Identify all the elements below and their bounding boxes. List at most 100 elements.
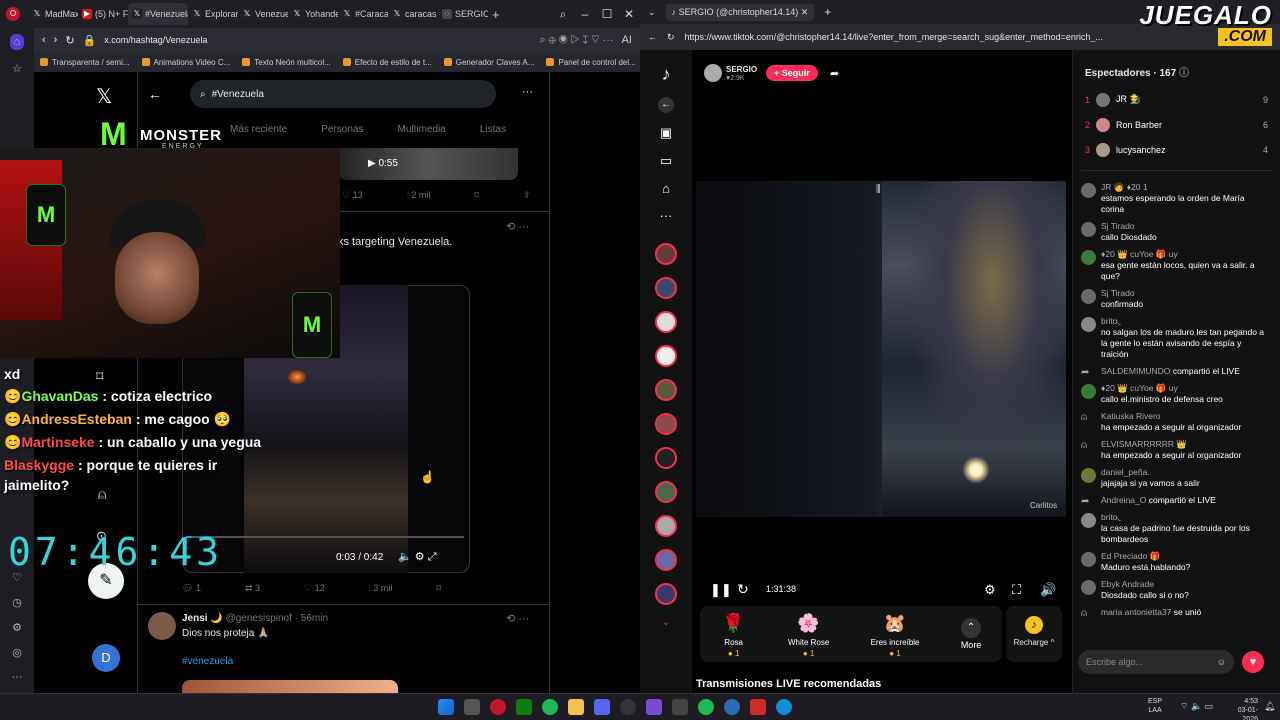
more-icon[interactable]: ··· — [660, 208, 673, 223]
more-icon[interactable]: ··· — [12, 671, 23, 683]
pause-icon[interactable]: ❚❚ — [710, 582, 732, 598]
settings-icon[interactable]: ⚙ — [12, 621, 22, 634]
new-tab-button[interactable]: + — [824, 5, 831, 19]
grok-icon[interactable]: ⟲ ··· — [506, 220, 529, 233]
x-logo-icon[interactable]: 𝕏 — [96, 84, 112, 109]
xbox-icon[interactable] — [516, 699, 532, 715]
opera-icon[interactable] — [490, 699, 506, 715]
tiktok-tab[interactable]: ♪ SERGIO (@christopher14.14) ✕ — [665, 3, 815, 21]
chat-input[interactable]: Escribe algo... ☺ — [1078, 650, 1234, 674]
app-icon[interactable] — [750, 699, 766, 715]
video-progress[interactable] — [186, 536, 464, 538]
more-gifts-button[interactable]: ⌃ More — [961, 618, 981, 650]
chevron-down-icon[interactable]: ⌄ — [662, 617, 670, 628]
tab-5[interactable]: 𝕏Yohander — [288, 3, 338, 25]
maximize-icon[interactable]: ☐ — [596, 7, 618, 21]
history-icon[interactable]: ◷ — [12, 596, 22, 609]
forward-icon[interactable]: › — [54, 34, 58, 46]
bookmark-button[interactable]: ⌑ — [436, 583, 441, 594]
views-button[interactable]: ⫶ 3 mil — [369, 583, 393, 594]
language-indicator[interactable]: ESP LAA — [1148, 697, 1162, 715]
post1-video[interactable] — [338, 148, 518, 180]
task-view-icon[interactable] — [464, 699, 480, 715]
fullscreen-icon[interactable]: ⤢ — [428, 551, 437, 563]
app-icon[interactable] — [646, 699, 662, 715]
search-tabs-icon[interactable]: ⌕ — [552, 7, 574, 22]
new-tab-button[interactable]: + — [488, 3, 504, 25]
refresh-icon[interactable]: ↻ — [737, 581, 749, 598]
share-icon[interactable]: ➦ — [830, 67, 839, 80]
bookmark-button[interactable]: ⌑ — [474, 190, 479, 201]
bookmark-0[interactable]: Transparenta / semi... — [40, 58, 130, 67]
obs-icon[interactable] — [620, 699, 636, 715]
extensions-icon[interactable]: ⌕ ⊕ ◉ ▷ ↧ ♡ ⋯ — [539, 34, 613, 47]
bookmark-4[interactable]: Generador Claves A... — [444, 58, 535, 67]
live-avatar[interactable] — [655, 243, 677, 265]
live-icon[interactable]: ▣ — [660, 125, 672, 141]
app-icon[interactable] — [698, 699, 714, 715]
volume-icon[interactable]: 🔈 — [398, 551, 412, 563]
tab-2[interactable]: 𝕏 #Venezuela — [128, 3, 188, 25]
reply-button[interactable]: 💬︎ 1 — [182, 583, 201, 594]
folder-icon[interactable] — [568, 699, 584, 715]
clock[interactable]: 4:53 03-01-2026 — [1226, 697, 1258, 720]
host-avatar[interactable] — [704, 64, 722, 82]
bookmark-2[interactable]: Texto Neón multicol... — [242, 58, 330, 67]
bulb-icon[interactable]: ◎ — [12, 646, 22, 659]
gift-white-rose[interactable]: 🌸 White Rose ● 1 — [788, 610, 829, 658]
tab-3[interactable]: 𝕏 Explorar — [188, 3, 238, 25]
live-avatar[interactable] — [655, 447, 677, 469]
home-icon[interactable]: ⌂ — [662, 181, 670, 196]
tiktok-logo-icon[interactable]: ♪ — [662, 64, 671, 85]
settings-icon[interactable]: ⚙ — [415, 551, 425, 563]
recharge-button[interactable]: ♪ Recharge ^ — [1006, 606, 1062, 662]
host-name[interactable]: SERGIO — [726, 65, 757, 74]
live-avatar[interactable] — [655, 345, 677, 367]
viewer-row[interactable]: 1 JR 🧑‍🌾 9 — [1073, 87, 1280, 112]
live-avatar[interactable] — [655, 549, 677, 571]
live-avatar[interactable] — [655, 277, 677, 299]
tab-recent[interactable]: Más reciente — [230, 124, 287, 135]
opera-icon[interactable]: O — [6, 7, 20, 21]
volume-icon[interactable]: 🔊 — [1040, 582, 1056, 598]
views-button[interactable]: ⫶ 2 mil — [407, 190, 431, 201]
live-avatar[interactable] — [655, 311, 677, 333]
more-options-icon[interactable]: ··· — [522, 86, 533, 98]
tab-8[interactable]: ◌ SERGIO — [438, 3, 488, 25]
tab-lists[interactable]: Listas — [480, 124, 506, 135]
sidebar-toggle-icon[interactable]: ⌄ — [648, 7, 656, 18]
close-icon[interactable]: ✕ — [618, 7, 640, 21]
app-icon[interactable] — [672, 699, 688, 715]
like-button[interactable]: ♡ 12 — [304, 583, 325, 594]
tab-media[interactable]: Multimedia — [398, 124, 446, 135]
tab-0[interactable]: 𝕏 MadMax — [28, 3, 78, 25]
ai-icon[interactable]: AI — [622, 34, 632, 46]
settings-icon[interactable]: ⚙ — [984, 582, 996, 598]
viewer-row[interactable]: 3 lucysanchez 4 — [1073, 137, 1280, 162]
repost-button[interactable]: ⇄ 3 — [245, 583, 260, 594]
tab-people[interactable]: Personas — [321, 124, 363, 135]
live-avatar[interactable] — [655, 583, 677, 605]
notification-icon[interactable]: 🔔︎ — [1264, 701, 1275, 712]
app-icon[interactable] — [724, 699, 740, 715]
post3-avatar[interactable] — [148, 612, 176, 640]
avatar[interactable]: D — [92, 644, 120, 672]
back-icon[interactable]: ← — [648, 32, 657, 42]
back-icon[interactable]: ‹ — [42, 34, 46, 46]
bookmark-3[interactable]: Efecto de estilo de t... — [343, 58, 432, 67]
tab-6[interactable]: 𝕏#Caracas — [338, 3, 388, 25]
back-arrow-icon[interactable]: ← — [148, 86, 162, 102]
minimize-icon[interactable]: – — [574, 7, 596, 21]
post3-media[interactable] — [182, 680, 398, 693]
follow-button[interactable]: + Seguir — [766, 65, 818, 81]
emoji-icon[interactable]: ☺ — [1217, 657, 1226, 667]
viewer-row[interactable]: 2 Ron Barber 6 — [1073, 112, 1280, 137]
share-button[interactable]: ⇪ — [523, 190, 531, 201]
gift-eres-increible[interactable]: 🐹 Eres increíble ● 1 — [871, 610, 920, 658]
collapse-icon[interactable]: ← — [658, 97, 674, 113]
live-avatar[interactable] — [655, 515, 677, 537]
live-avatar[interactable] — [655, 481, 677, 503]
bookmark-5[interactable]: Panel de control del... — [546, 58, 635, 67]
live-avatar[interactable] — [655, 413, 677, 435]
reload-icon[interactable]: ↻ — [65, 34, 74, 47]
